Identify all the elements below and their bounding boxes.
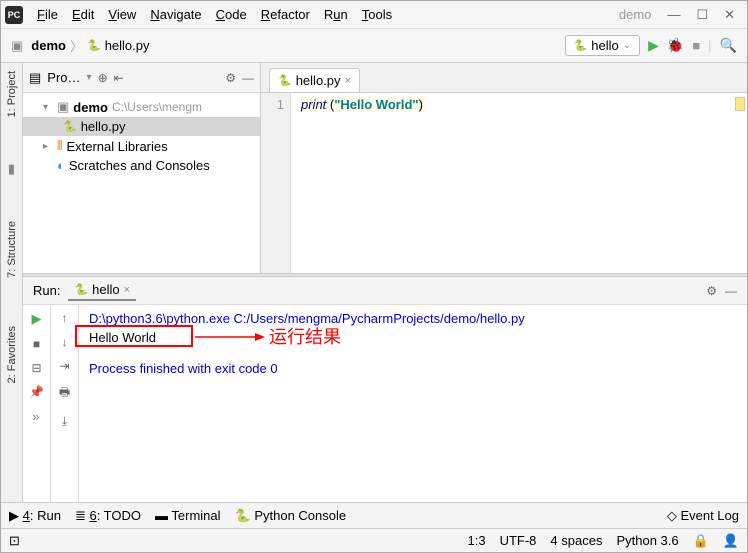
- sidebar-tab-favorites[interactable]: 2: Favorites: [4, 322, 20, 387]
- bottom-todo-button[interactable]: ≣ 6: TODO: [75, 508, 141, 524]
- hide-icon[interactable]: —: [725, 284, 737, 298]
- pin-icon[interactable]: 📌: [29, 385, 44, 399]
- python-file-icon: 🐍: [87, 39, 101, 52]
- stop-button[interactable]: ■: [33, 337, 40, 351]
- target-icon[interactable]: ⊕: [98, 71, 108, 85]
- bottom-python-console-button[interactable]: 🐍 Python Console: [235, 508, 347, 524]
- console-output[interactable]: D:\python3.6\python.exe C:/Users/mengma/…: [79, 305, 747, 502]
- event-log-button[interactable]: ◇ Event Log: [667, 508, 739, 524]
- annotation-highlight-box: [75, 325, 193, 347]
- annotation-arrow: [195, 329, 265, 345]
- expand-arrow-icon[interactable]: ▸: [43, 141, 53, 152]
- more-icon[interactable]: »: [32, 409, 40, 424]
- chevron-right-icon: 〉: [70, 36, 83, 55]
- tree-scratches-label: Scratches and Consoles: [69, 158, 210, 173]
- menu-file[interactable]: File: [31, 5, 64, 24]
- sidebar-tab-structure[interactable]: 7: Structure: [4, 217, 20, 282]
- hide-icon[interactable]: —: [242, 71, 254, 85]
- tree-root-path: C:\Users\mengm: [112, 100, 202, 114]
- maximize-icon[interactable]: ☐: [696, 7, 708, 23]
- editor-tab-hello[interactable]: 🐍 hello.py ×: [269, 68, 360, 92]
- bottom-terminal-button[interactable]: ▬ Terminal: [155, 508, 221, 523]
- python-file-icon: 🐍: [278, 74, 292, 87]
- menu-refactor[interactable]: Refactor: [255, 5, 316, 24]
- wrap-icon[interactable]: ⇥: [59, 359, 69, 373]
- line-number: 1: [261, 97, 284, 112]
- tree-file-label: hello.py: [81, 119, 126, 134]
- up-icon[interactable]: ↑: [62, 311, 68, 325]
- status-caret-pos[interactable]: 1:3: [468, 533, 486, 548]
- down-icon[interactable]: ↓: [62, 335, 68, 349]
- hector-icon[interactable]: 👤: [723, 533, 739, 549]
- chevron-down-icon[interactable]: ▾: [87, 72, 92, 83]
- python-icon: 🐍: [574, 39, 588, 52]
- close-tab-icon[interactable]: ×: [345, 75, 351, 87]
- pycharm-logo: PC: [5, 6, 23, 24]
- title-project-name: demo: [619, 7, 660, 22]
- minimize-icon[interactable]: —: [667, 7, 680, 23]
- run-tab-hello[interactable]: 🐍 hello ×: [68, 280, 136, 301]
- run-button[interactable]: ▶: [648, 37, 659, 54]
- search-icon[interactable]: 🔍: [720, 37, 737, 54]
- code-token-print: print: [301, 97, 326, 112]
- python-file-icon: 🐍: [63, 120, 77, 133]
- debug-button[interactable]: 🐞: [667, 37, 684, 54]
- scratches-icon: ◐: [57, 158, 65, 173]
- breadcrumb-file[interactable]: hello.py: [105, 38, 150, 53]
- main-menu: File Edit View Navigate Code Refactor Ru…: [31, 5, 398, 24]
- layout-icon[interactable]: ⊟: [31, 361, 41, 375]
- status-icon[interactable]: ⊡: [9, 533, 20, 549]
- status-interpreter[interactable]: Python 3.6: [616, 533, 678, 548]
- gear-icon[interactable]: ⚙: [225, 71, 236, 85]
- status-indent[interactable]: 4 spaces: [550, 533, 602, 548]
- run-panel-title: Run:: [33, 283, 60, 298]
- python-icon: 🐍: [74, 283, 88, 296]
- stop-button[interactable]: ■: [692, 38, 700, 53]
- print-icon[interactable]: 🖶: [59, 383, 70, 404]
- scroll-icon[interactable]: ⤓: [62, 414, 67, 429]
- project-view-icon: ▤: [29, 70, 41, 86]
- project-panel-title[interactable]: Pro…: [47, 70, 80, 85]
- lock-icon[interactable]: 🔒: [693, 533, 709, 549]
- run-config-name: hello: [591, 38, 618, 53]
- status-encoding[interactable]: UTF-8: [500, 533, 537, 548]
- menu-edit[interactable]: Edit: [66, 5, 100, 24]
- warning-stripe[interactable]: [735, 97, 745, 111]
- menu-navigate[interactable]: Navigate: [144, 5, 207, 24]
- sidebar-tab-project[interactable]: 1: Project: [4, 67, 20, 121]
- menu-run[interactable]: Run: [318, 5, 354, 24]
- folder-icon: ▣: [11, 38, 23, 54]
- console-command-line: D:\python3.6\python.exe C:/Users/mengma/…: [89, 311, 737, 326]
- tree-project-root[interactable]: ▾ ▣ demo C:\Users\mengm: [23, 97, 260, 117]
- editor-tab-label: hello.py: [296, 73, 341, 88]
- close-icon[interactable]: ✕: [724, 7, 735, 23]
- line-gutter: 1: [261, 93, 291, 273]
- bookmark-icon[interactable]: ▮: [8, 161, 15, 177]
- console-exit-line: Process finished with exit code 0: [89, 361, 737, 376]
- rerun-button[interactable]: ▶: [32, 311, 42, 327]
- gear-icon[interactable]: ⚙: [706, 284, 717, 298]
- run-config-select[interactable]: 🐍 hello ⌄: [565, 35, 641, 56]
- menu-code[interactable]: Code: [210, 5, 253, 24]
- run-tab-label: hello: [92, 282, 119, 297]
- tree-root-name: demo: [73, 100, 108, 115]
- code-editor[interactable]: 1 print ("Hello World"): [261, 93, 747, 273]
- bottom-run-button[interactable]: ▶ 4: Run: [9, 508, 61, 524]
- folder-icon: ▣: [57, 99, 69, 115]
- menu-tools[interactable]: Tools: [356, 5, 398, 24]
- breadcrumb-project[interactable]: demo: [31, 38, 66, 53]
- expand-arrow-icon[interactable]: ▾: [43, 102, 53, 113]
- tree-scratches[interactable]: ◐ Scratches and Consoles: [23, 156, 260, 175]
- menu-view[interactable]: View: [102, 5, 142, 24]
- breadcrumb: ▣ demo 〉 🐍 hello.py: [11, 36, 150, 55]
- chevron-down-icon: ⌄: [623, 40, 631, 51]
- code-token-string: "Hello World": [334, 97, 418, 112]
- tree-extlibs-label: External Libraries: [66, 139, 167, 154]
- tree-file-hello[interactable]: 🐍 hello.py: [23, 117, 260, 136]
- tree-external-libraries[interactable]: ▸ ⫴ External Libraries: [23, 136, 260, 156]
- collapse-icon[interactable]: ⇤: [114, 71, 124, 85]
- close-tab-icon[interactable]: ×: [124, 284, 130, 296]
- library-icon: ⫴: [57, 138, 62, 154]
- annotation-label: 运行结果: [269, 323, 341, 349]
